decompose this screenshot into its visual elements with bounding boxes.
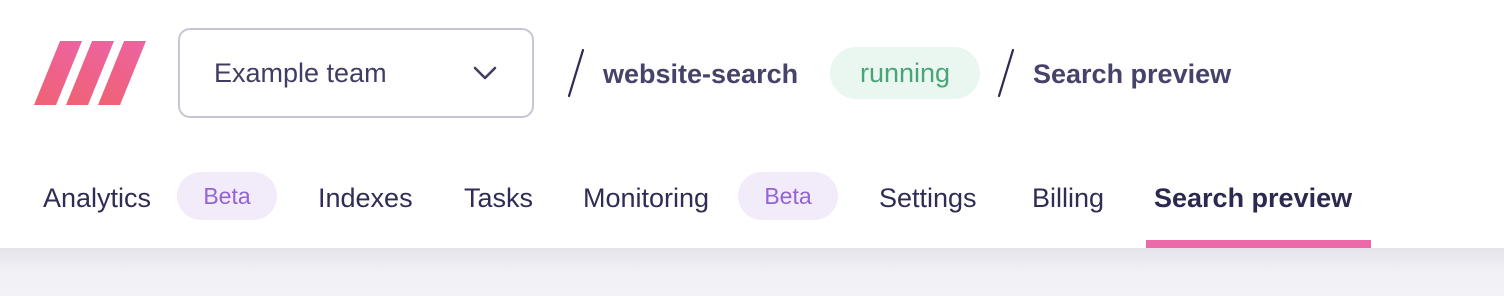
beta-badge: Beta	[738, 172, 838, 220]
top-bar: Example team website-search running Sear…	[0, 0, 1504, 148]
tab-search-preview[interactable]: Search preview	[1154, 180, 1369, 248]
app-header: Example team website-search running Sear…	[0, 0, 1504, 248]
tab-label: Tasks	[464, 183, 534, 213]
team-select[interactable]: Example team	[178, 28, 534, 118]
chevron-down-icon	[473, 66, 497, 80]
breadcrumb-project[interactable]: website-search	[603, 56, 798, 92]
tab-label: Search preview	[1154, 183, 1353, 213]
tab-settings[interactable]: Settings	[879, 180, 994, 248]
tab-label: Billing	[1032, 183, 1105, 213]
breadcrumb-page: Search preview	[1033, 59, 1232, 89]
tab-billing[interactable]: Billing	[1032, 180, 1117, 248]
tab-label: Settings	[879, 183, 977, 213]
tab-bar: Analytics Beta Indexes Tasks Monitoring …	[0, 148, 1504, 248]
content-area	[0, 248, 1504, 296]
tab-indexes[interactable]: Indexes	[318, 180, 428, 248]
team-select-value: Example team	[214, 57, 387, 88]
breadcrumb-separator-icon	[567, 48, 585, 98]
meilisearch-logo-icon[interactable]	[32, 40, 148, 106]
tab-label: Analytics	[43, 183, 152, 213]
active-tab-indicator	[1146, 240, 1371, 248]
tab-label: Indexes	[318, 183, 413, 213]
breadcrumb-separator-icon	[997, 48, 1015, 98]
tab-monitoring[interactable]: Monitoring Beta	[583, 172, 843, 248]
status-badge: running	[830, 47, 980, 99]
tab-analytics[interactable]: Analytics Beta	[43, 172, 283, 248]
tab-label: Monitoring	[583, 183, 710, 213]
tab-tasks[interactable]: Tasks	[464, 180, 544, 248]
beta-badge: Beta	[177, 172, 277, 220]
